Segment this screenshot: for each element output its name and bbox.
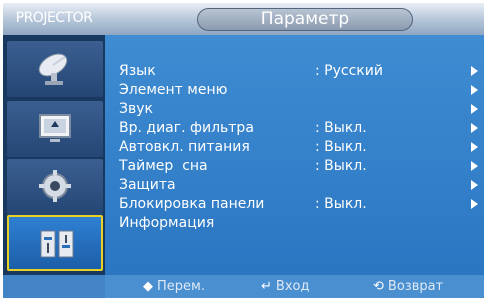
up-down-arrows-icon: ◆ xyxy=(143,279,153,294)
projector-osd: PROJECTOR Параметр Язык: Русский Элемен… xyxy=(3,3,484,298)
hint-return: ⟲ Возврат xyxy=(373,275,443,298)
row-value: : Выкл. xyxy=(315,120,367,136)
chevron-right-icon xyxy=(471,66,478,76)
menu-row-sleep-timer[interactable]: Таймер сна : Выкл. xyxy=(119,156,484,176)
brand-label: PROJECTOR xyxy=(15,10,93,26)
menu-row-sound[interactable]: Звук xyxy=(119,99,484,119)
row-value: : Выкл. xyxy=(315,139,367,155)
chevron-right-icon xyxy=(471,142,478,152)
hint-enter: ↵ Вход xyxy=(261,275,309,298)
return-icon: ⟲ xyxy=(373,279,384,294)
menu-row-language[interactable]: Язык : Русский xyxy=(119,61,484,81)
row-label: Таймер сна xyxy=(119,158,208,174)
menu-panel: Язык : Русский Элемент меню Звук Вр. диа… xyxy=(105,35,484,275)
row-label: Язык xyxy=(119,63,156,79)
picture-screen-icon xyxy=(39,114,71,142)
chevron-right-icon xyxy=(471,161,478,171)
osd-header: PROJECTOR Параметр xyxy=(3,3,484,35)
row-label: Блокировка панели xyxy=(119,196,265,212)
chevron-right-icon xyxy=(471,199,478,209)
setup-options-icon xyxy=(40,230,74,258)
row-value: : Выкл. xyxy=(315,196,367,212)
menu-row-menu-item[interactable]: Элемент меню xyxy=(119,80,484,100)
row-value: : Выкл. xyxy=(315,158,367,174)
hint-enter-label: Вход xyxy=(275,279,310,294)
menu-title: Параметр xyxy=(197,8,413,31)
chevron-right-icon xyxy=(471,180,478,190)
enter-icon: ↵ xyxy=(261,279,272,294)
row-value: : Русский xyxy=(315,63,383,79)
sidebar-item-option[interactable] xyxy=(7,215,103,271)
menu-row-information[interactable]: Информация xyxy=(119,213,484,233)
row-label: Вр. диаг. фильтра xyxy=(119,120,254,136)
row-label: Элемент меню xyxy=(119,82,228,98)
chevron-right-icon xyxy=(471,85,478,95)
row-label: Автовкл. питания xyxy=(119,139,250,155)
menu-row-panel-lock[interactable]: Блокировка панели : Выкл. xyxy=(119,194,484,214)
menu-row-auto-power[interactable]: Автовкл. питания : Выкл. xyxy=(119,137,484,157)
hint-move: ◆ Перем. xyxy=(143,275,205,298)
sidebar-item-input[interactable] xyxy=(7,41,103,97)
hint-return-label: Возврат xyxy=(387,279,444,294)
category-sidebar xyxy=(3,35,105,275)
menu-row-filter-time[interactable]: Вр. диаг. фильтра : Выкл. xyxy=(119,118,484,138)
osd-footer: ◆ Перем. ↵ Вход ⟲ Возврат xyxy=(3,275,484,298)
chevron-right-icon xyxy=(471,104,478,114)
satellite-dish-icon xyxy=(38,53,68,85)
hint-move-label: Перем. xyxy=(157,279,205,294)
chevron-right-icon xyxy=(471,123,478,133)
row-label: Звук xyxy=(119,101,153,117)
settings-gear-icon xyxy=(39,170,71,202)
sidebar-item-picture[interactable] xyxy=(7,101,103,157)
menu-row-security[interactable]: Защита xyxy=(119,175,484,195)
row-label: Защита xyxy=(119,177,176,193)
footer-left-block xyxy=(3,275,105,298)
row-label: Информация xyxy=(119,215,215,231)
sidebar-item-setup[interactable] xyxy=(7,159,103,215)
